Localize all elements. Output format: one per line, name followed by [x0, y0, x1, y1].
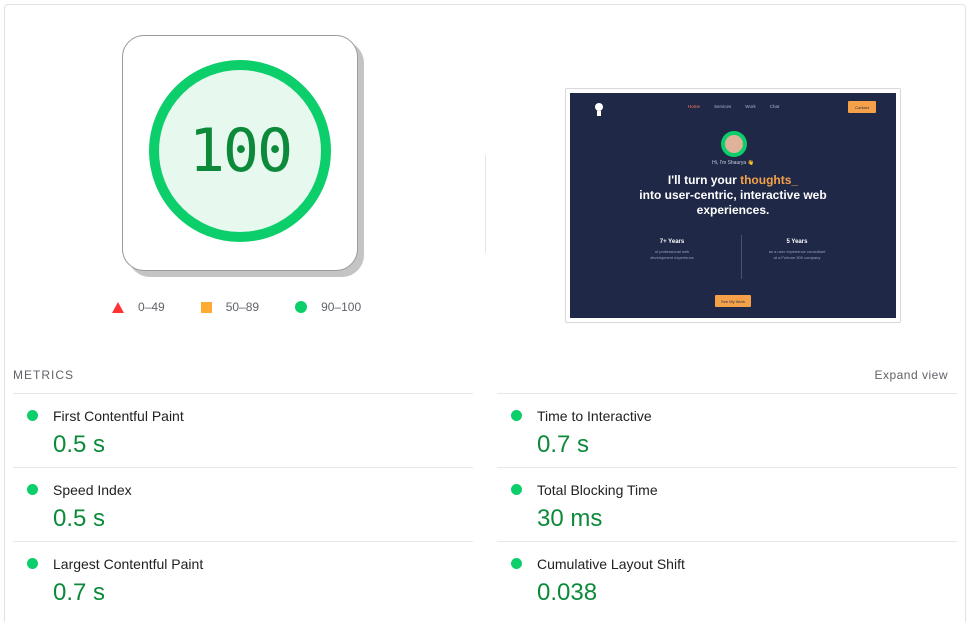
stat-desc: as a user experience consultant at a For… — [747, 249, 847, 261]
headline-pre: I'll turn your — [667, 173, 741, 187]
performance-score-value: 100 — [188, 116, 293, 186]
metric-name: Total Blocking Time — [537, 482, 658, 498]
preview-nav-item: Work — [745, 104, 756, 109]
score-legend: 0–49 50–89 90–100 — [112, 300, 397, 314]
metric-name: First Contentful Paint — [53, 408, 184, 424]
preview-name: Hi, I'm Shaurya 👋 — [712, 160, 754, 166]
metrics-column-right: Time to Interactive 0.7 s Total Blocking… — [497, 393, 957, 615]
legend-item-pass: 90–100 — [295, 300, 361, 314]
metric-largest-contentful-paint: Largest Contentful Paint 0.7 s — [13, 541, 473, 615]
vertical-divider — [485, 155, 486, 253]
preview-cta-button: See My Work — [715, 295, 751, 307]
stat-desc: of professional web development experien… — [622, 249, 722, 261]
square-icon — [200, 301, 212, 313]
legend-label: 90–100 — [321, 300, 362, 314]
metric-name: Largest Contentful Paint — [53, 556, 204, 572]
site-logo-icon — [595, 103, 603, 116]
metrics-heading: METRICS — [13, 368, 74, 382]
metric-total-blocking-time: Total Blocking Time 30 ms — [497, 467, 957, 541]
preview-nav: Home Services Work Chat — [688, 104, 793, 109]
metrics-column-left: First Contentful Paint 0.5 s Speed Index… — [13, 393, 473, 615]
stat-desc-line: as a user experience consultant — [768, 249, 826, 254]
metric-name: Cumulative Layout Shift — [537, 556, 685, 572]
page-screenshot-thumbnail[interactable]: Home Services Work Chat Contact Hi, I'm … — [565, 88, 901, 323]
metric-first-contentful-paint: First Contentful Paint 0.5 s — [13, 393, 473, 467]
stat-title: 5 Years — [786, 239, 808, 245]
preview-stats: 7+ Years of professional web development… — [622, 235, 852, 279]
stat-title: 7+ Years — [659, 239, 685, 245]
legend-item-fail: 0–49 — [112, 300, 165, 314]
metric-value: 0.5 s — [53, 431, 106, 458]
preview-nav-item: Chat — [769, 104, 780, 109]
preview-nav-item: Services — [714, 104, 732, 109]
pass-circle-icon — [27, 558, 38, 569]
pass-circle-icon — [27, 410, 38, 421]
headline-line2: into user-centric, interactive web — [639, 188, 827, 202]
performance-score-card: 100 — [122, 35, 358, 271]
metric-name: Time to Interactive — [537, 408, 652, 424]
stat-desc-line: at a Fortune 500 company — [773, 255, 821, 260]
stat-desc-line: of professional web — [654, 249, 690, 254]
pass-circle-icon — [511, 410, 522, 421]
avatar-face — [725, 135, 743, 153]
preview-contact-button: Contact — [848, 101, 876, 113]
pass-circle-icon — [511, 558, 522, 569]
screenshot-content: Home Services Work Chat Contact Hi, I'm … — [570, 93, 896, 318]
metric-cumulative-layout-shift: Cumulative Layout Shift 0.038 — [497, 541, 957, 615]
preview-stat: 5 Years as a user experience consultant … — [747, 239, 847, 261]
pass-circle-icon — [511, 484, 522, 495]
triangle-icon — [112, 301, 124, 313]
preview-nav-item: Home — [688, 104, 701, 109]
pass-circle-icon — [27, 484, 38, 495]
expand-view-toggle[interactable]: Expand view — [874, 368, 948, 382]
legend-item-average: 50–89 — [200, 300, 260, 314]
stat-desc-line: development experience — [650, 255, 694, 260]
metric-value: 0.7 s — [537, 431, 590, 458]
metric-value: 0.5 s — [53, 505, 106, 532]
preview-stat: 7+ Years of professional web development… — [622, 239, 722, 261]
metric-value: 0.038 — [537, 579, 598, 606]
metric-speed-index: Speed Index 0.5 s — [13, 467, 473, 541]
circle-icon — [295, 301, 308, 313]
headline-line3: experiences. — [696, 203, 770, 217]
legend-label: 0–49 — [138, 300, 165, 314]
metric-value: 0.7 s — [53, 579, 106, 606]
headline-highlight: thoughts_ — [740, 173, 799, 187]
metric-time-to-interactive: Time to Interactive 0.7 s — [497, 393, 957, 467]
stat-divider — [741, 235, 742, 279]
preview-headline: I'll turn your thoughts_ into user-centr… — [570, 173, 896, 218]
metric-name: Speed Index — [53, 482, 132, 498]
legend-label: 50–89 — [225, 300, 260, 314]
metric-value: 30 ms — [537, 505, 603, 532]
